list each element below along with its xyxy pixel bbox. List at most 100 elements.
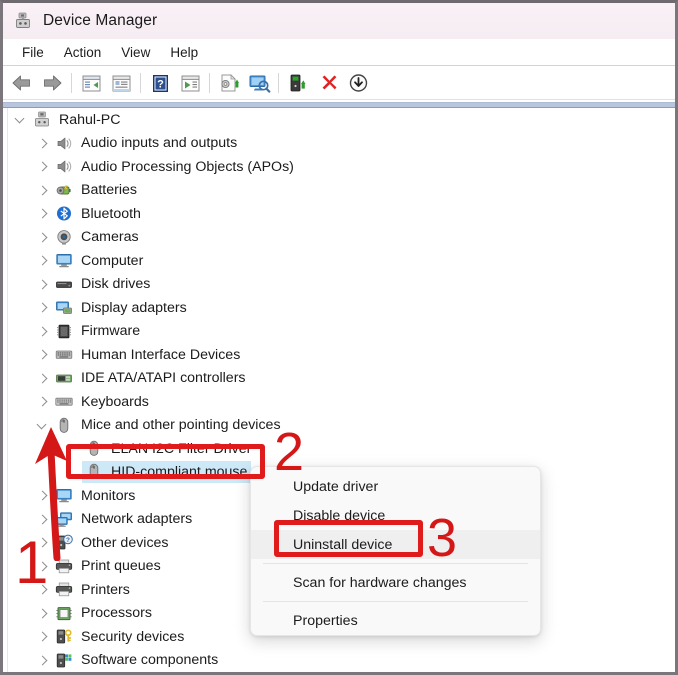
battery-icon (55, 182, 73, 199)
other-device-icon: ? (55, 534, 73, 551)
tree-item-audio-inputs-and-outputs[interactable]: Audio inputs and outputs (3, 132, 675, 156)
scan-hardware-changes-icon[interactable] (244, 70, 274, 96)
tree-item-content: Computer (55, 252, 143, 269)
menu-file[interactable]: File (12, 43, 54, 62)
tree-item-firmware[interactable]: Firmware (3, 320, 675, 344)
context-menu-item-properties[interactable]: Properties (251, 606, 540, 635)
chevron-right-icon[interactable] (35, 582, 50, 597)
chevron-right-icon[interactable] (35, 488, 50, 503)
chevron-right-icon[interactable] (35, 253, 50, 268)
mouse-icon (85, 463, 103, 480)
uninstall-device-icon[interactable] (313, 70, 343, 96)
chevron-right-icon[interactable] (35, 300, 50, 315)
tree-item-software-components[interactable]: Software components (3, 649, 675, 673)
tree-item-batteries[interactable]: Batteries (3, 179, 675, 203)
tree-item-label: Print queues (81, 558, 161, 575)
context-menu-separator-2 (263, 601, 528, 602)
tree-item-computer[interactable]: Computer (3, 249, 675, 273)
forward-icon[interactable] (37, 70, 67, 96)
menu-help[interactable]: Help (160, 43, 208, 62)
keyboard-icon (55, 393, 73, 410)
chevron-right-icon[interactable] (35, 606, 50, 621)
tree-item-label: ELAN I2C Filter Driver (111, 440, 252, 457)
chevron-right-icon[interactable] (35, 206, 50, 221)
chevron-right-icon[interactable] (35, 347, 50, 362)
tree-item-content: Keyboards (55, 393, 149, 410)
tree-item-cameras[interactable]: Cameras (3, 226, 675, 250)
tree-item-human-interface-devices[interactable]: Human Interface Devices (3, 343, 675, 367)
menu-action[interactable]: Action (54, 43, 112, 62)
toolbar-bottom-strip (3, 99, 675, 108)
disable-device-icon[interactable] (343, 70, 373, 96)
tree-item-label: Disk drives (81, 276, 151, 293)
software-component-icon (55, 652, 73, 669)
action-menu-icon[interactable] (175, 70, 205, 96)
tree-item-content: IDE ATA/ATAPI controllers (55, 370, 246, 387)
device-manager-icon (14, 11, 34, 31)
tree-item-label: Cameras (81, 229, 139, 246)
menu-view[interactable]: View (111, 43, 160, 62)
context-menu-item-uninstall-device[interactable]: Uninstall device (251, 530, 540, 559)
context-menu-item-scan-for-hardware-changes[interactable]: Scan for hardware changes (251, 568, 540, 597)
tree-item-label: Mice and other pointing devices (81, 417, 281, 434)
device-manager-window: Device Manager File Action View Help ? R… (0, 0, 678, 675)
hid-icon (55, 346, 73, 363)
chevron-right-icon[interactable] (35, 277, 50, 292)
tree-item-content: HID-compliant mouse (82, 461, 252, 484)
chevron-right-icon[interactable] (35, 559, 50, 574)
chevron-down-icon[interactable] (35, 418, 50, 433)
chevron-right-icon[interactable] (35, 159, 50, 174)
tree-item-label: Software components (81, 652, 219, 669)
tree-item-disk-drives[interactable]: Disk drives (3, 273, 675, 297)
tree-item-keyboards[interactable]: Keyboards (3, 390, 675, 414)
back-icon[interactable] (7, 70, 37, 96)
tree-item-mice-and-other-pointing-devices[interactable]: Mice and other pointing devices (3, 414, 675, 438)
chevron-right-icon[interactable] (35, 653, 50, 668)
context-menu-item-update-driver[interactable]: Update driver (251, 472, 540, 501)
tree-item-content: ELAN I2C Filter Driver (85, 440, 251, 457)
chevron-right-icon[interactable] (35, 394, 50, 409)
monitor-icon (55, 487, 73, 504)
tree-item-elan-i2c-filter-driver[interactable]: ELAN I2C Filter Driver (3, 437, 675, 461)
network-adapter-icon (55, 511, 73, 528)
tree-item-content: Cameras (55, 229, 139, 246)
tree-item-label: Audio inputs and outputs (81, 135, 238, 152)
update-driver-icon[interactable] (214, 70, 244, 96)
tree-item-rahul-pc[interactable]: Rahul-PC (3, 108, 675, 132)
help-icon[interactable]: ? (145, 70, 175, 96)
show-hide-console-tree-icon[interactable] (76, 70, 106, 96)
tree-item-label: IDE ATA/ATAPI controllers (81, 370, 246, 387)
chevron-down-icon[interactable] (13, 112, 28, 127)
tree-item-content: Network adapters (55, 511, 192, 528)
chevron-right-icon[interactable] (35, 535, 50, 550)
svg-text:?: ? (157, 78, 164, 90)
display-adapter-icon (55, 299, 73, 316)
tree-item-label: HID-compliant mouse (111, 463, 248, 480)
tree-item-content: Bluetooth (55, 205, 141, 222)
chevron-right-icon[interactable] (35, 230, 50, 245)
enable-device-icon[interactable] (283, 70, 313, 96)
tree-item-content: Human Interface Devices (55, 346, 240, 363)
chevron-right-icon[interactable] (35, 136, 50, 151)
chevron-right-icon[interactable] (35, 324, 50, 339)
context-menu[interactable]: Update driver Disable device Uninstall d… (250, 466, 541, 636)
toolbar-separator-1 (71, 73, 72, 93)
toolbar-separator-4 (278, 73, 279, 93)
tree-item-display-adapters[interactable]: Display adapters (3, 296, 675, 320)
camera-icon (55, 229, 73, 246)
context-menu-separator-1 (263, 563, 528, 564)
tree-item-ide-ata-atapi-controllers[interactable]: IDE ATA/ATAPI controllers (3, 367, 675, 391)
tree-item-audio-processing-objects-apos[interactable]: Audio Processing Objects (APOs) (3, 155, 675, 179)
properties-icon[interactable] (106, 70, 136, 96)
tree-item-content: Print queues (55, 558, 161, 575)
chevron-right-icon[interactable] (35, 183, 50, 198)
security-device-icon (55, 628, 73, 645)
chevron-right-icon[interactable] (35, 512, 50, 527)
chevron-right-icon[interactable] (35, 629, 50, 644)
svg-text:?: ? (66, 537, 70, 544)
tree-item-label: Display adapters (81, 299, 187, 316)
tree-item-label: Network adapters (81, 511, 193, 528)
chevron-right-icon[interactable] (35, 371, 50, 386)
tree-item-bluetooth[interactable]: Bluetooth (3, 202, 675, 226)
context-menu-item-disable-device[interactable]: Disable device (251, 501, 540, 530)
